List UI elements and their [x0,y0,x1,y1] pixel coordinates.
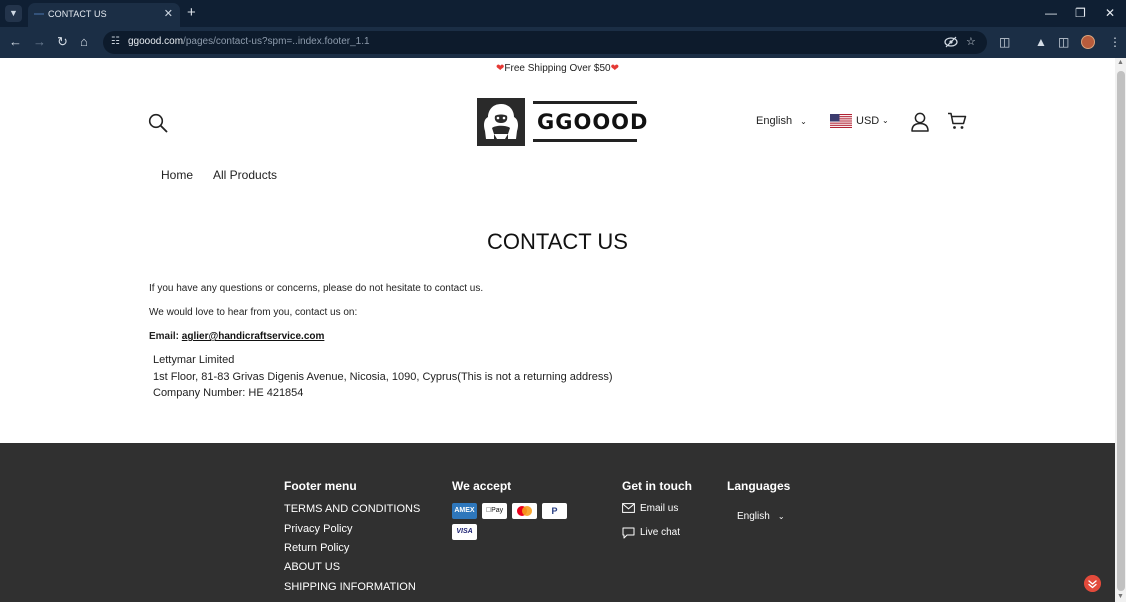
chevron-down-icon: ⌄ [777,512,785,521]
window-close-icon[interactable]: ✕ [1105,6,1115,20]
home-icon[interactable]: ⌂ [80,34,88,50]
profile-avatar[interactable] [1081,35,1095,49]
labs-flask-icon[interactable]: ▲ [1035,34,1047,50]
scroll-up-arrow-icon[interactable]: ▲ [1117,59,1124,66]
nav-all-products-link[interactable]: All Products [213,168,277,182]
email-label: Email: [149,331,180,342]
account-user-icon[interactable] [911,112,929,132]
tab-close-icon[interactable]: ✕ [164,7,173,20]
bookmark-star-icon[interactable]: ☆ [966,35,976,48]
footer-accept-title: We accept [452,479,512,493]
chat-bubble-icon [622,527,635,539]
paypal-icon: P [542,503,567,519]
mastercard-yellow-circle [522,506,532,516]
us-flag-icon [830,114,852,128]
new-tab-plus-icon[interactable]: + [187,4,196,21]
heart-icon: ❤ [610,63,619,74]
email-us-label: Email us [640,503,679,514]
email-line: Email: aglier@handicraftservice.com [149,331,324,342]
apple-pay-label: Pay [488,507,503,514]
footer-menu-title: Footer menu [284,479,357,493]
language-label: English [756,115,793,127]
footer-link-terms[interactable]: TERMS AND CONDITIONS [284,503,420,515]
menu-kebab-icon[interactable]: ⋮ [1109,34,1121,50]
email-link[interactable]: aglier@handicraftservice.com [182,331,325,342]
live-chat-label: Live chat [640,527,681,538]
reload-icon[interactable]: ↻ [57,34,68,50]
apple-pay-icon: Pay [482,503,507,519]
tab-search-icon[interactable]: ▼ [5,5,22,22]
logo-rule-top [533,101,637,104]
tab-title: CONTACT US [48,9,107,19]
search-icon[interactable] [148,113,168,133]
company-name: Lettymar Limited [153,354,235,366]
currency-label: USD [856,115,880,127]
site-footer: Footer menu TERMS AND CONDITIONS Privacy… [0,443,1115,602]
logo-text: GGOOOD [537,110,649,134]
announcement-text: Free Shipping Over $50 [504,63,611,74]
footer-language-label: English [737,511,770,522]
footer-language-selector[interactable]: English ⌄ [737,511,785,522]
cart-icon[interactable] [947,112,967,130]
forward-arrow-icon[interactable]: → [33,34,46,50]
company-address: 1st Floor, 81-83 Grivas Digenis Avenue, … [153,371,613,383]
url-path: /pages/contact-us?spm=..index.footer_1.1 [183,36,370,47]
minimize-icon[interactable]: — [1045,6,1057,20]
chevron-down-icon: ⌄ [800,117,807,126]
mastercard-icon [512,503,537,519]
url-text[interactable]: ggoood.com/pages/contact-us?spm=..index.… [128,36,370,47]
chat-widget-icon[interactable] [1084,575,1101,592]
language-selector[interactable]: English ⌄ [756,115,807,127]
footer-languages-title: Languages [727,479,791,493]
browser-tab-contact-us[interactable]: CONTACT US ✕ [28,3,180,27]
back-arrow-icon[interactable]: ← [9,34,22,50]
company-number: Company Number: HE 421854 [153,387,304,399]
restore-icon[interactable]: ❐ [1075,6,1086,20]
footer-touch-title: Get in touch [622,479,692,493]
footer-link-privacy[interactable]: Privacy Policy [284,523,352,535]
address-bar[interactable]: ☷ ggoood.com/pages/contact-us?spm=..inde… [103,31,987,54]
logo-rule-bottom [533,139,637,142]
love-text: We would love to hear from you, contact … [149,307,358,318]
footer-link-about[interactable]: ABOUT US [284,561,340,573]
nav-home-link[interactable]: Home [161,168,193,182]
side-panel-icon[interactable]: ◫ [1058,34,1069,50]
browser-tab-bar: ▼ CONTACT US ✕ + — ❐ ✕ [0,0,1126,27]
footer-link-shipping[interactable]: SHIPPING INFORMATION [284,581,416,593]
site-logo[interactable]: GGOOOD [477,98,647,146]
scroll-down-arrow-icon[interactable]: ▼ [1117,593,1124,600]
browser-toolbar: ← → ↻ ⌂ ☷ ggoood.com/pages/contact-us?sp… [0,27,1126,58]
chevron-down-icon: ⌄ [882,116,889,125]
page-title: CONTACT US [487,229,628,254]
visa-card-icon: VISA [452,524,477,540]
footer-link-return[interactable]: Return Policy [284,542,349,554]
amex-card-icon: AMEX [452,503,477,519]
intro-text: If you have any questions or concerns, p… [149,283,484,294]
eye-slash-icon[interactable] [944,36,958,48]
url-domain: ggoood.com [128,36,184,47]
announcement-bar: ❤Free Shipping Over $50❤ [0,63,1115,74]
gorilla-logo-icon [477,98,525,146]
mail-icon [622,503,635,513]
scrollbar-thumb[interactable] [1117,71,1125,591]
extensions-puzzle-icon[interactable]: ◫ [999,34,1010,50]
site-info-icon[interactable]: ☷ [111,36,120,47]
tab-favicon-icon [34,13,44,15]
